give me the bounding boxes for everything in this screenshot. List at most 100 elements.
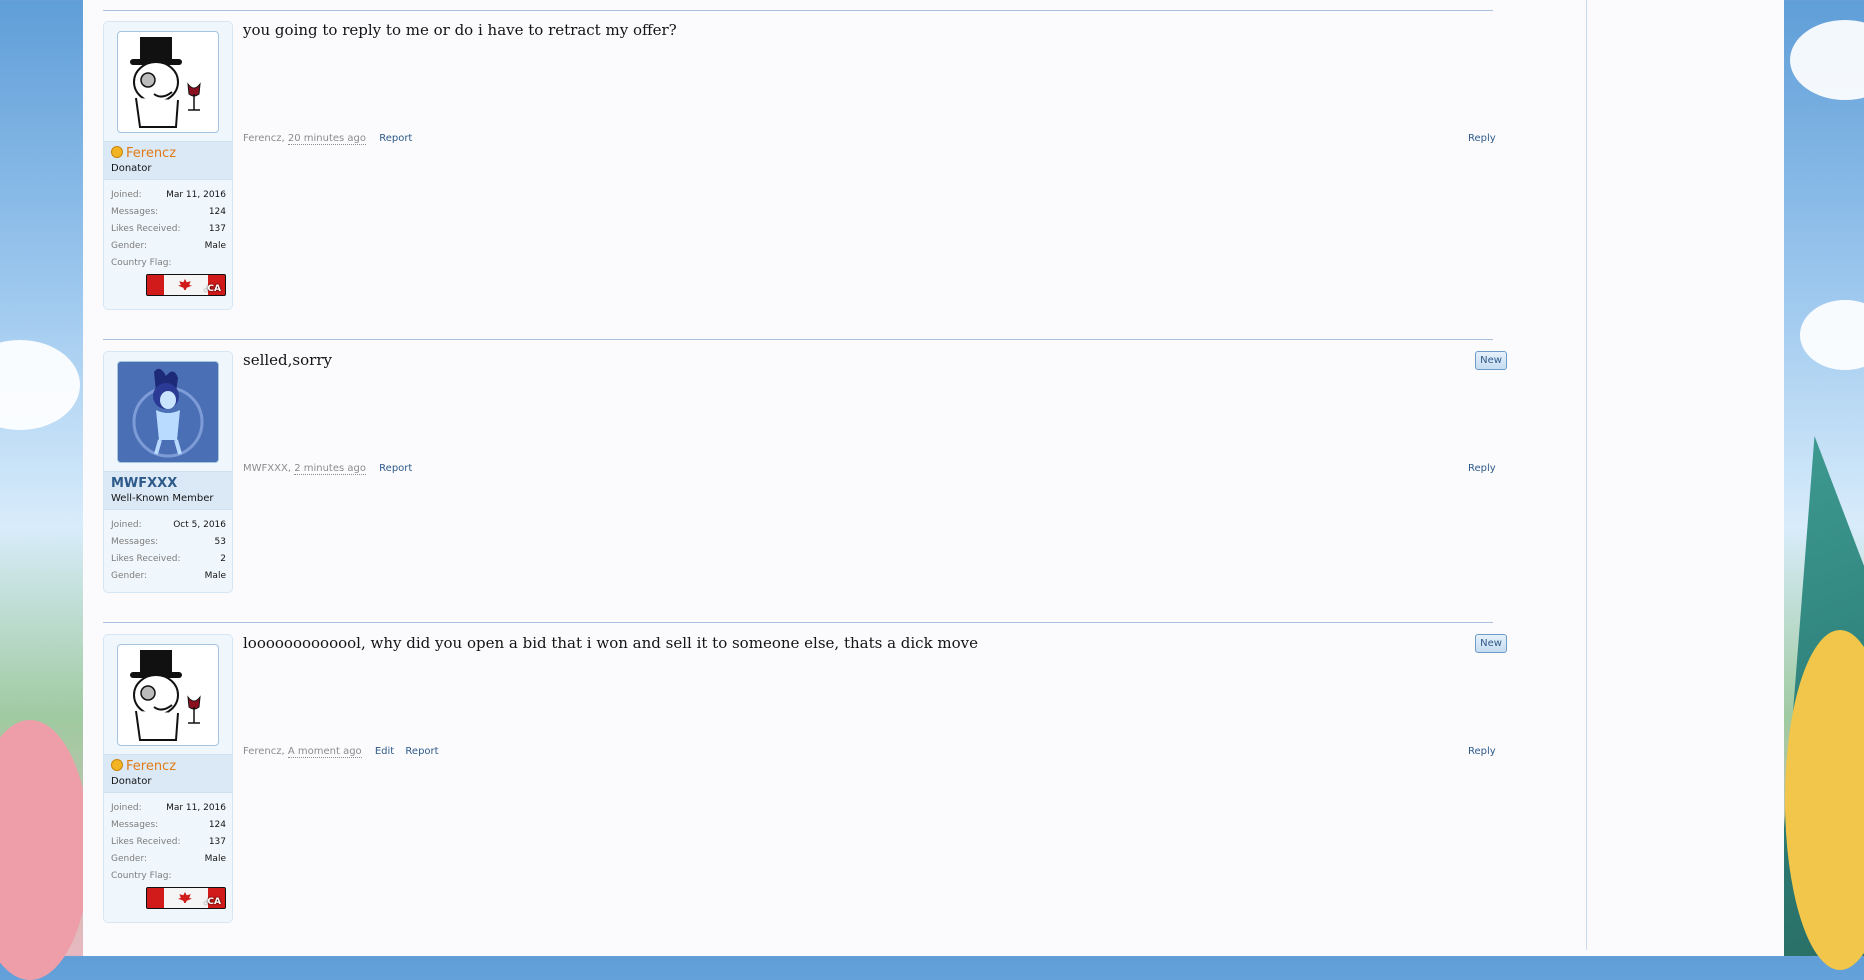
new-post-badge[interactable]: New: [1475, 634, 1507, 653]
background-cloud: [1790, 20, 1864, 100]
stat-value: Male: [204, 854, 226, 864]
stat-value: Mar 11, 2016: [166, 190, 226, 200]
stat-country-flag: Country Flag:: [111, 868, 226, 885]
post-timestamp[interactable]: A moment ago: [287, 746, 362, 758]
username-text: Ferencz: [126, 759, 177, 774]
stat-gender: Gender: Male: [111, 568, 226, 585]
stat-label: Messages:: [111, 207, 159, 217]
monocle-gentleman-icon: [130, 37, 201, 128]
stat-value: Oct 5, 2016: [173, 520, 226, 530]
message-text: you going to reply to me or do i have to…: [243, 21, 677, 39]
stat-label: Messages:: [111, 820, 159, 830]
report-link[interactable]: Report: [379, 463, 412, 474]
stat-value: 137: [208, 224, 226, 234]
message-meta: Ferencz, 20 minutes ago Report: [243, 133, 412, 145]
monocle-gentleman-icon: [130, 650, 201, 741]
user-stats: Joined: Mar 11, 2016 Messages: 124 Likes R…: [104, 793, 232, 917]
stat-label: Country Flag:: [111, 258, 172, 268]
stat-likes: Likes Received: 137: [111, 221, 226, 238]
user-title: Well-Known Member: [111, 493, 214, 504]
username-link[interactable]: MWFXXX: [111, 476, 225, 491]
author-name[interactable]: Ferencz,: [243, 133, 285, 144]
message-meta: MWFXXX, 2 minutes ago Report: [243, 463, 412, 475]
user-name-area: MWFXXX Well-Known Member: [104, 471, 232, 510]
user-title: Donator: [111, 163, 152, 174]
author-name[interactable]: MWFXXX,: [243, 463, 291, 474]
reply-link[interactable]: Reply: [1468, 746, 1496, 757]
stat-likes: Likes Received: 137: [111, 834, 226, 851]
stat-joined: Joined: Mar 11, 2016: [111, 800, 226, 817]
avatar[interactable]: [117, 644, 219, 746]
thread-page: Ferencz Donator Joined: Mar 11, 2016 Mess…: [83, 0, 1784, 956]
stat-value: Male: [204, 241, 226, 251]
message-post: Ferencz Donator Joined: Mar 11, 2016 Mess…: [103, 21, 1523, 311]
stat-label: Messages:: [111, 537, 159, 547]
stat-value: Mar 11, 2016: [166, 803, 226, 813]
stat-label: Joined:: [111, 190, 142, 200]
new-post-badge[interactable]: New: [1475, 351, 1507, 370]
stat-value: 137: [208, 837, 226, 847]
user-stats: Joined: Oct 5, 2016 Messages: 53 Likes Rec…: [104, 510, 232, 593]
background-cloud: [1800, 300, 1864, 370]
stat-joined: Joined: Oct 5, 2016: [111, 517, 226, 534]
stat-value[interactable]: 124: [209, 817, 226, 834]
donator-coin-icon: [111, 759, 123, 771]
stat-label: Likes Received:: [111, 224, 181, 234]
message-text: selled,sorry: [243, 351, 332, 369]
post-timestamp[interactable]: 2 minutes ago: [294, 463, 366, 475]
background-cloud: [0, 340, 80, 430]
user-title: Donator: [111, 776, 152, 787]
user-name-area: Ferencz Donator: [104, 754, 232, 793]
edit-link[interactable]: Edit: [375, 746, 394, 757]
stat-messages: Messages: 124: [111, 204, 226, 221]
message-user-info: Ferencz Donator Joined: Mar 11, 2016 Mess…: [103, 634, 233, 923]
report-link[interactable]: Report: [379, 133, 412, 144]
message-user-info: Ferencz Donator Joined: Mar 11, 2016 Mess…: [103, 21, 233, 310]
stat-label: Likes Received:: [111, 837, 181, 847]
stat-value[interactable]: 124: [209, 204, 226, 221]
user-stats: Joined: Mar 11, 2016 Messages: 124 Likes R…: [104, 180, 232, 304]
stat-likes: Likes Received: 2: [111, 551, 226, 568]
background-tree: [0, 720, 90, 980]
donator-coin-icon: [111, 146, 123, 158]
stat-country-flag: Country Flag:: [111, 255, 226, 272]
stat-label: Joined:: [111, 520, 142, 530]
stat-label: Country Flag:: [111, 871, 172, 881]
stat-label: Gender:: [111, 241, 148, 251]
stat-gender: Gender: Male: [111, 851, 226, 868]
message-user-info: MWFXXX Well-Known Member Joined: Oct 5, 2…: [103, 351, 233, 593]
reply-link[interactable]: Reply: [1468, 463, 1496, 474]
message-post: MWFXXX Well-Known Member Joined: Oct 5, 2…: [103, 351, 1523, 596]
stat-label: Likes Received:: [111, 554, 181, 564]
flag-tld: .CA: [204, 897, 221, 907]
stat-value: 2: [220, 554, 226, 564]
stat-label: Gender:: [111, 854, 148, 864]
message-text: looooooooooool, why did you open a bid t…: [243, 634, 979, 652]
username-text: Ferencz: [126, 146, 177, 161]
post-separator: [103, 339, 1493, 340]
stat-value: Male: [204, 571, 226, 581]
canada-flag-icon: .CA: [146, 887, 226, 909]
report-link[interactable]: Report: [405, 746, 438, 757]
message-post: Ferencz Donator Joined: Mar 11, 2016 Mess…: [103, 634, 1523, 924]
post-separator: [103, 622, 1493, 623]
stat-messages: Messages: 53: [111, 534, 226, 551]
avatar[interactable]: [117, 361, 219, 463]
author-name[interactable]: Ferencz,: [243, 746, 285, 757]
username-link[interactable]: Ferencz: [111, 146, 225, 161]
message-meta: Ferencz, A moment ago Edit Report: [243, 746, 439, 758]
stat-messages: Messages: 124: [111, 817, 226, 834]
stat-joined: Joined: Mar 11, 2016: [111, 187, 226, 204]
stat-gender: Gender: Male: [111, 238, 226, 255]
user-name-area: Ferencz Donator: [104, 141, 232, 180]
stat-label: Gender:: [111, 571, 148, 581]
anime-character-icon: [118, 362, 218, 462]
reply-link[interactable]: Reply: [1468, 133, 1496, 144]
username-link[interactable]: Ferencz: [111, 759, 225, 774]
flag-tld: .CA: [204, 284, 221, 294]
post-timestamp[interactable]: 20 minutes ago: [287, 133, 367, 145]
avatar[interactable]: [117, 31, 219, 133]
stat-value[interactable]: 53: [215, 534, 226, 551]
post-separator: [103, 10, 1493, 11]
stat-label: Joined:: [111, 803, 142, 813]
